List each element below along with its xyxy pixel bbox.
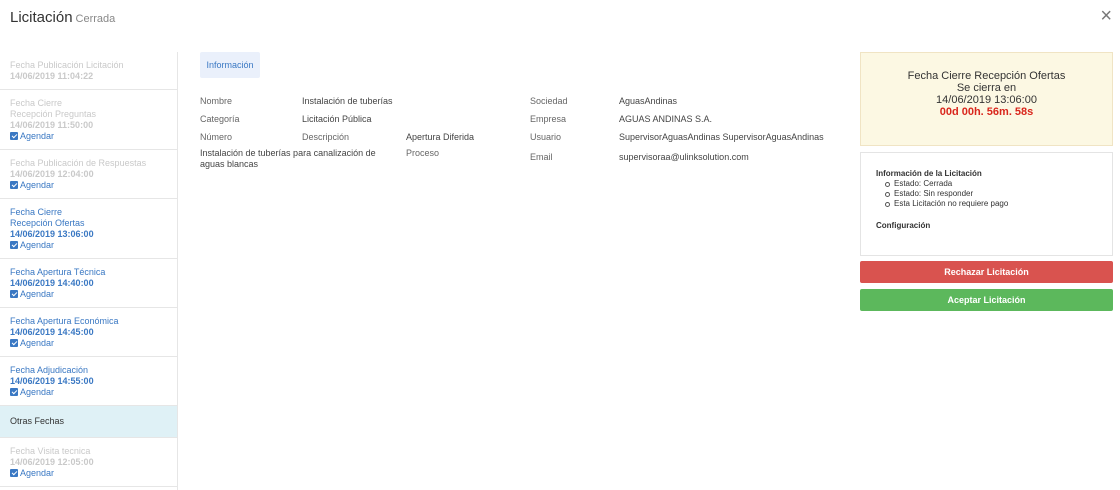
sidebar-item-label: Fecha Adjudicación bbox=[10, 365, 89, 375]
calendar-check-icon bbox=[10, 469, 18, 477]
agendar-link[interactable]: Agendar bbox=[10, 240, 167, 251]
sidebar-item-label: Fecha Apertura Técnica bbox=[10, 267, 106, 277]
sidebar-item-date: 14/06/2019 11:04:22 bbox=[10, 71, 94, 81]
calendar-check-icon bbox=[10, 339, 18, 347]
sidebar-item-date: 14/06/2019 12:05:00 bbox=[10, 457, 94, 467]
reject-tender-button[interactable]: Rechazar Licitación bbox=[860, 261, 1113, 283]
apertura-diferida-label: Apertura Diferida bbox=[406, 132, 475, 142]
sidebar-item-visita-tecnica[interactable]: Fecha Visita tecnica 14/06/2019 12:05:00… bbox=[0, 438, 177, 487]
sociedad-label: Sociedad bbox=[530, 96, 568, 106]
closing-panel-title: Fecha Cierre Recepción Ofertas bbox=[907, 70, 1066, 82]
close-icon[interactable]: × bbox=[1100, 6, 1112, 26]
dates-sidebar: Fecha Publicación Licitación 14/06/2019 … bbox=[0, 52, 178, 490]
sidebar-item-label: Fecha Publicación Licitación bbox=[10, 60, 124, 70]
sidebar-item-label: Fecha Cierre Recepción Preguntas bbox=[10, 98, 97, 119]
numero-label: Número bbox=[200, 132, 233, 142]
list-item: Esta Licitación no requiere pago bbox=[885, 199, 1097, 209]
categoria-label: Categoría bbox=[200, 114, 240, 124]
agendar-link[interactable]: Agendar bbox=[10, 289, 167, 300]
agendar-link[interactable]: Agendar bbox=[10, 468, 167, 479]
accept-tender-button[interactable]: Aceptar Licitación bbox=[860, 289, 1113, 311]
calendar-check-icon bbox=[10, 132, 18, 140]
calendar-check-icon bbox=[10, 388, 18, 396]
sidebar-item-apertura-tecnica[interactable]: Fecha Apertura Técnica 14/06/2019 14:40:… bbox=[0, 259, 177, 308]
closing-panel-date: 14/06/2019 13:06:00 bbox=[936, 94, 1037, 106]
agendar-link[interactable]: Agendar bbox=[10, 338, 167, 349]
usuario-value: SupervisorAguasAndinas SupervisorAguasAn… bbox=[619, 132, 824, 142]
tender-info-list: Estado: Cerrada Estado: Sin responder Es… bbox=[885, 179, 1097, 209]
descripcion-label: Descripción bbox=[302, 132, 350, 142]
agendar-link[interactable]: Agendar bbox=[10, 387, 167, 398]
agendar-label: Agendar bbox=[20, 387, 55, 397]
calendar-check-icon bbox=[10, 181, 18, 189]
sidebar-item-date: 14/06/2019 14:45:00 bbox=[10, 327, 94, 337]
agendar-label: Agendar bbox=[20, 240, 55, 250]
sidebar-item-cierre-preguntas[interactable]: Fecha Cierre Recepción Preguntas 14/06/20… bbox=[0, 90, 177, 150]
configuration-heading[interactable]: Configuración bbox=[876, 221, 1097, 231]
agendar-link[interactable]: Agendar bbox=[10, 131, 167, 142]
sidebar-item-date: 14/06/2019 14:40:00 bbox=[10, 278, 94, 288]
agendar-label: Agendar bbox=[20, 338, 55, 348]
closing-date-panel: Fecha Cierre Recepción Ofertas Se cierra… bbox=[860, 52, 1113, 146]
nombre-value: Instalación de tuberías bbox=[302, 96, 393, 106]
calendar-check-icon bbox=[10, 241, 18, 249]
sidebar-item-date: 14/06/2019 13:06:00 bbox=[10, 229, 94, 239]
usuario-label: Usuario bbox=[530, 132, 562, 142]
empresa-label: Empresa bbox=[530, 114, 567, 124]
calendar-check-icon bbox=[10, 290, 18, 298]
categoria-value: Licitación Pública bbox=[302, 114, 372, 124]
tender-info-panel: Información de la Licitación Estado: Cer… bbox=[860, 152, 1113, 256]
sidebar-item-cierre-ofertas[interactable]: Fecha Cierre Recepción Ofertas 14/06/2019… bbox=[0, 199, 177, 259]
modal-header: Licitación Cerrada × bbox=[0, 0, 1120, 40]
title-text: Licitación bbox=[10, 9, 73, 26]
section-label: Otras Fechas bbox=[10, 416, 65, 426]
email-value: supervisoraa@ulinksolution.com bbox=[619, 152, 749, 162]
closing-panel-subtitle: Se cierra en bbox=[956, 82, 1017, 94]
sidebar-item-date: 14/06/2019 12:04:00 bbox=[10, 169, 94, 179]
agendar-label: Agendar bbox=[20, 180, 55, 190]
sidebar-item-label: Fecha Apertura Económica bbox=[10, 316, 119, 326]
nombre-label: Nombre bbox=[200, 96, 233, 106]
sidebar-item-label: Fecha Visita tecnica bbox=[10, 446, 91, 456]
sidebar-item-publicacion-respuestas[interactable]: Fecha Publicación de Respuestas 14/06/20… bbox=[0, 150, 177, 199]
agendar-label: Agendar bbox=[20, 131, 55, 141]
sidebar-section-otras-fechas: Otras Fechas bbox=[0, 406, 177, 438]
list-item: Estado: Cerrada bbox=[885, 179, 1097, 189]
proceso-label: Proceso bbox=[406, 148, 440, 158]
sidebar-item-date: 14/06/2019 14:55:00 bbox=[10, 376, 94, 386]
agendar-label: Agendar bbox=[20, 468, 55, 478]
countdown-timer: 00d 00h. 56m. 58s bbox=[939, 106, 1034, 118]
agendar-label: Agendar bbox=[20, 289, 55, 299]
sidebar-item-label: Fecha Publicación de Respuestas bbox=[10, 158, 147, 168]
page-title: Licitación Cerrada bbox=[10, 9, 115, 26]
sidebar-item-adjudicacion[interactable]: Fecha Adjudicación 14/06/2019 14:55:00 A… bbox=[0, 357, 177, 406]
sidebar-item-label: Fecha Cierre Recepción Ofertas bbox=[10, 207, 85, 228]
sidebar-item-date: 14/06/2019 11:50:00 bbox=[10, 120, 94, 130]
email-label: Email bbox=[530, 152, 553, 162]
sidebar-item-publicacion[interactable]: Fecha Publicación Licitación 14/06/2019 … bbox=[0, 52, 177, 90]
tender-info-title: Información de la Licitación bbox=[876, 169, 982, 178]
descripcion-value: Instalación de tuberías para canalizació… bbox=[200, 148, 376, 169]
agendar-link[interactable]: Agendar bbox=[10, 180, 167, 191]
list-item: Estado: Sin responder bbox=[885, 189, 1097, 199]
sidebar-item-apertura-economica[interactable]: Fecha Apertura Económica 14/06/2019 14:4… bbox=[0, 308, 177, 357]
tab-informacion[interactable]: Información bbox=[200, 52, 260, 78]
status-text: Cerrada bbox=[75, 13, 116, 25]
empresa-value: AGUAS ANDINAS S.A. bbox=[619, 114, 713, 124]
sociedad-value: AguasAndinas bbox=[619, 96, 678, 106]
